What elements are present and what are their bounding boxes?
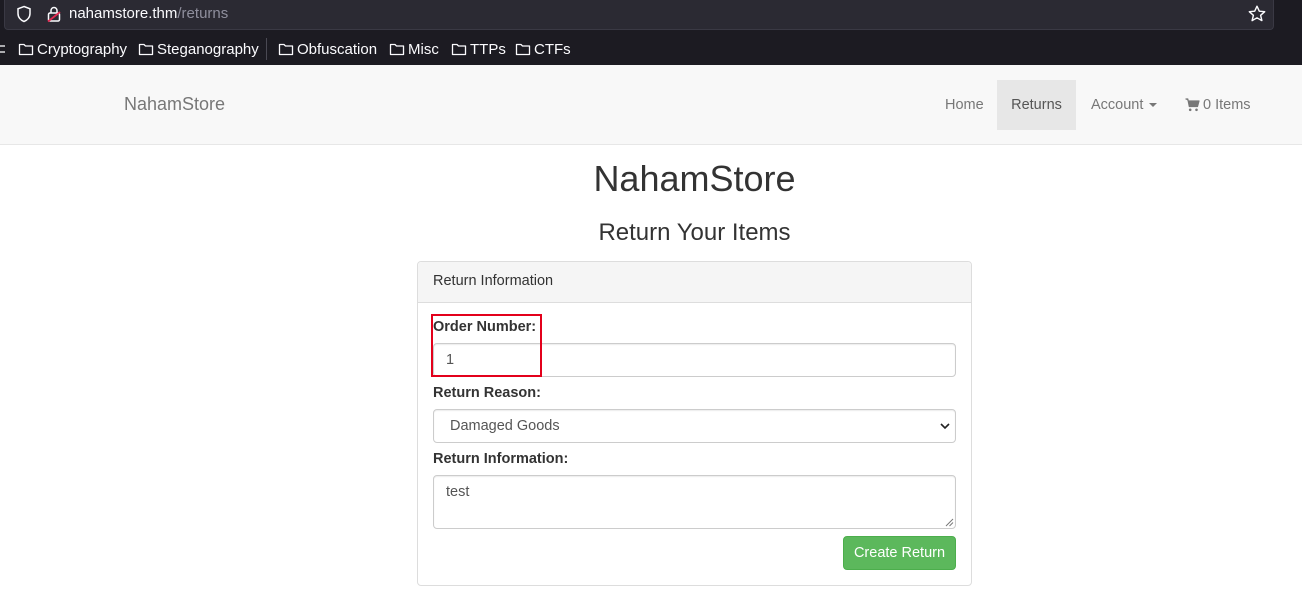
bookmark-misc[interactable]: Misc (389, 39, 439, 59)
create-return-button[interactable]: Create Return (843, 536, 956, 570)
bookmark-ttps[interactable]: TTPs (451, 39, 506, 59)
bookmarks-toolbar: Cryptography Steganography Obfuscation M… (0, 36, 1302, 62)
folder-icon (278, 43, 294, 56)
address-bar[interactable]: nahamstore.thm/returns (4, 0, 1274, 30)
bookmark-separator (266, 38, 267, 60)
site-navbar: NahamStore Home Returns Account 0 Items (0, 65, 1302, 145)
bookmark-label: CTFs (534, 40, 571, 58)
order-number-input[interactable] (433, 343, 956, 377)
browser-chrome: nahamstore.thm/returns Cryptography Steg… (0, 0, 1302, 65)
nav-home-link[interactable]: Home (945, 80, 984, 130)
nav-account-dropdown[interactable]: Account (1091, 80, 1158, 130)
bookmark-label: TTPs (470, 40, 506, 58)
bookmark-label: Obfuscation (297, 40, 378, 58)
bookmark-label: Steganography (157, 40, 259, 58)
url-host: nahamstore.thm (69, 5, 178, 22)
shield-icon[interactable] (15, 5, 33, 23)
folder-icon (18, 43, 34, 56)
nav-cart-link[interactable]: 0 Items (1185, 80, 1251, 130)
bookmark-cryptography[interactable]: Cryptography (18, 39, 127, 59)
navbar-brand[interactable]: NahamStore (124, 94, 225, 115)
folder-icon (389, 43, 405, 56)
cart-icon (1185, 98, 1200, 112)
return-reason-select[interactable]: Damaged Goods (433, 409, 956, 443)
panel-heading: Return Information (418, 262, 971, 303)
return-form-panel: Return Information Order Number: Return … (417, 261, 972, 586)
folder-icon (451, 43, 467, 56)
nav-returns-link[interactable]: Returns (997, 80, 1076, 130)
lock-icon[interactable] (45, 5, 63, 23)
return-info-label: Return Information: (433, 451, 569, 467)
bookmark-ctfs[interactable]: CTFs (515, 39, 571, 59)
folder-icon (138, 43, 154, 56)
order-number-label: Order Number: (433, 319, 537, 335)
nav-account-label: Account (1091, 97, 1144, 113)
url-path: /returns (177, 5, 229, 22)
page-title: NahamStore (593, 158, 796, 199)
resize-grip-icon[interactable] (944, 517, 954, 527)
return-reason-label: Return Reason: (433, 385, 541, 401)
folder-icon (515, 43, 531, 56)
bookmark-label: Cryptography (37, 40, 128, 58)
bookmark-obfuscation[interactable]: Obfuscation (278, 39, 377, 59)
return-info-textarea[interactable]: test (433, 475, 956, 529)
nav-cart-label: 0 Items (1203, 97, 1251, 113)
url-text[interactable]: nahamstore.thm/returns (69, 5, 228, 22)
bookmark-steganography[interactable]: Steganography (138, 39, 259, 59)
page-subtitle: Return Your Items (598, 219, 791, 246)
caret-down-icon (1149, 103, 1158, 107)
star-icon[interactable] (1247, 4, 1267, 24)
bookmark-label: Misc (408, 40, 439, 58)
overflow-edge-icon (0, 45, 5, 53)
